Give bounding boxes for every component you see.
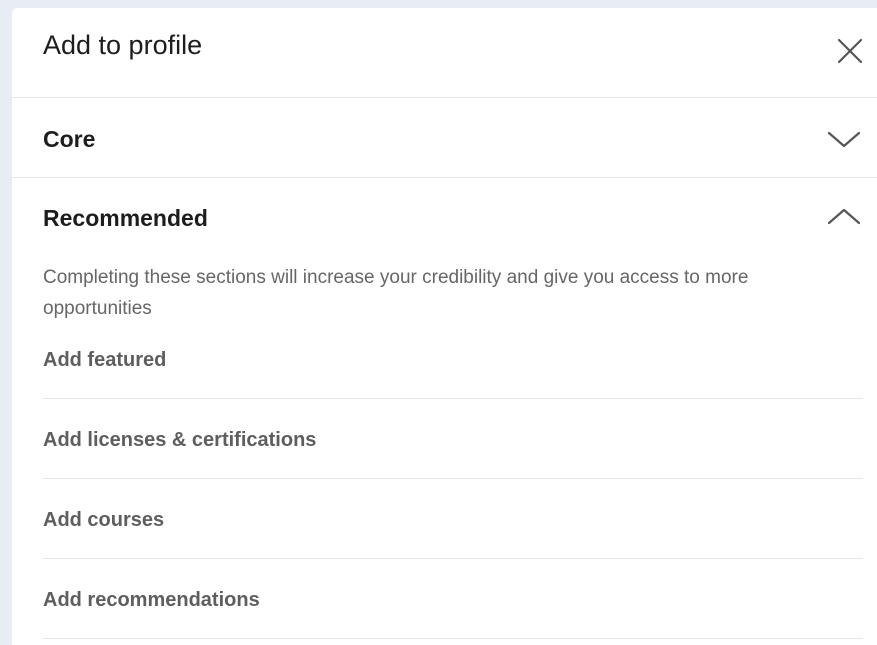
list-item-label: Add featured xyxy=(43,349,167,371)
section-core-toggle[interactable]: Core xyxy=(12,98,877,178)
add-recommendations-item[interactable]: Add recommendations xyxy=(43,559,863,639)
list-item-label: Add recommendations xyxy=(43,589,260,611)
section-recommended-description: Completing these sections will increase … xyxy=(43,267,749,319)
close-icon xyxy=(837,38,863,64)
modal-title: Add to profile xyxy=(43,30,203,60)
list-item-label: Add licenses & certifications xyxy=(43,429,317,451)
add-featured-item[interactable]: Add featured xyxy=(43,319,863,399)
add-licenses-certifications-item[interactable]: Add licenses & certifications xyxy=(43,399,863,479)
modal-header: Add to profile xyxy=(12,8,877,98)
section-recommended-label: Recommended xyxy=(43,205,208,231)
close-button[interactable] xyxy=(835,36,865,66)
chevron-down-icon xyxy=(827,131,861,148)
section-recommended-toggle[interactable]: Recommended xyxy=(12,178,877,248)
add-courses-item[interactable]: Add courses xyxy=(43,479,863,559)
add-to-profile-modal: Add to profile Core Recommended Completi… xyxy=(12,8,877,645)
list-item-label: Add courses xyxy=(43,509,165,531)
divider xyxy=(43,638,863,639)
section-core-label: Core xyxy=(43,126,96,152)
chevron-up-icon xyxy=(827,208,861,225)
